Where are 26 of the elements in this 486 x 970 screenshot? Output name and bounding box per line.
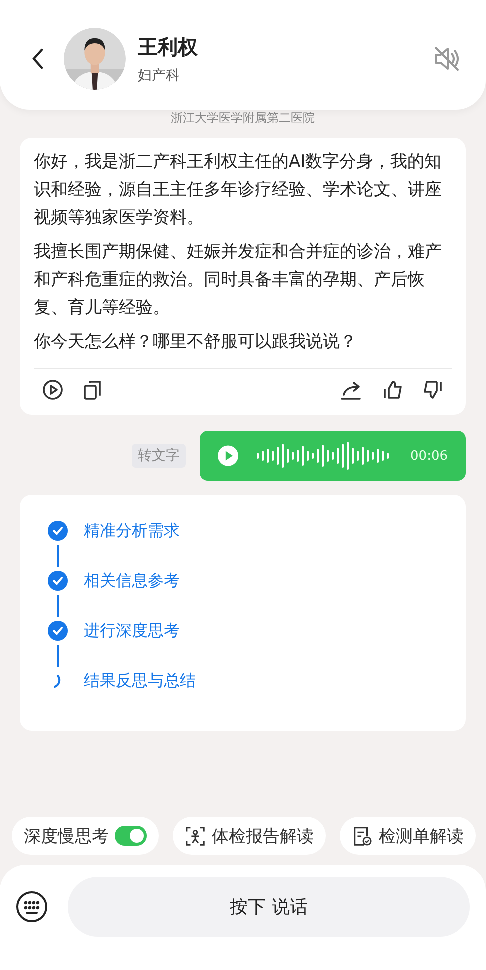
hold-to-talk-button[interactable]: 按下 说话	[68, 877, 470, 937]
message-paragraph: 你今天怎么样？哪里不舒服可以跟我说说？	[34, 331, 358, 354]
step-label: 进行深度思考	[84, 621, 180, 641]
voice-duration: 00:06	[410, 448, 448, 464]
copy-icon[interactable]	[82, 379, 104, 401]
toggle-switch[interactable]	[115, 826, 147, 846]
step-label: 精准分析需求	[84, 521, 180, 541]
thumbs-up-icon[interactable]	[382, 379, 404, 401]
chip-button[interactable]: 深度慢思考	[12, 817, 159, 855]
speaker-muted-icon[interactable]	[432, 44, 462, 74]
doctor-name: 王利权	[138, 34, 199, 60]
chip-button[interactable]: 检测单解读	[340, 817, 476, 855]
scan-person-icon	[185, 826, 206, 846]
message-paragraph: 你好，我是浙二产科王利权主任的AI数字分身，我的知识和经验，源自王主任多年诊疗经验、学术论文、讲座视频等独家医学资料。	[34, 151, 443, 230]
message-paragraph: 我擅长围产期保健、妊娠并发症和合并症的诊治，难产和产科危重症的救治。同时具备丰富的孕期、产后恢复、育儿等经验。	[34, 241, 443, 320]
department-label: 妇产科	[138, 66, 181, 84]
step-label: 结果反思与总结	[84, 671, 196, 691]
share-icon[interactable]	[340, 379, 364, 401]
document-check-icon	[352, 826, 373, 846]
play-icon[interactable]	[42, 379, 64, 401]
step-label: 相关信息参考	[84, 571, 180, 591]
thumbs-down-icon[interactable]	[422, 379, 444, 401]
chip-button[interactable]: 体检报告解读	[173, 817, 326, 855]
hospital-name: 浙江大学医学附属第二医院	[170, 110, 316, 127]
back-icon[interactable]	[32, 48, 44, 70]
keyboard-icon[interactable]	[16, 891, 48, 923]
